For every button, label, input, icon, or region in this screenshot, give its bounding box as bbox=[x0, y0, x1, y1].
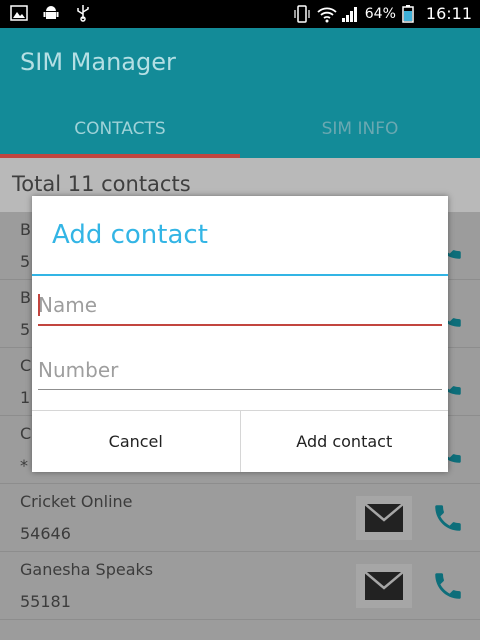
name-input[interactable] bbox=[38, 286, 442, 326]
contact-number: 5 bbox=[20, 320, 31, 339]
call-button[interactable] bbox=[426, 562, 470, 610]
app-title: SIM Manager bbox=[20, 48, 176, 76]
notification-icons bbox=[10, 4, 92, 22]
phone-icon bbox=[435, 505, 461, 531]
phone-vibrate-icon bbox=[293, 4, 311, 23]
image-icon bbox=[10, 4, 28, 22]
app-bar: SIM Manager bbox=[0, 28, 480, 100]
contact-number: 1 bbox=[20, 388, 31, 407]
contact-name: B bbox=[20, 288, 31, 307]
status-bar: 64% 16:11 bbox=[0, 0, 480, 28]
tab-contacts[interactable]: CONTACTS bbox=[0, 100, 240, 158]
contact-name: Cricket Online bbox=[20, 492, 133, 511]
usb-icon bbox=[74, 4, 92, 22]
add-contact-dialog: Add contact Cancel Add contact bbox=[32, 196, 448, 472]
cancel-button[interactable]: Cancel bbox=[32, 411, 240, 472]
envelope-icon bbox=[365, 572, 403, 600]
list-item[interactable]: Ganesha Speaks 55181 bbox=[0, 552, 480, 620]
total-contacts-text: Total 11 contacts bbox=[12, 172, 191, 196]
list-item[interactable]: Cricket Online 54646 bbox=[0, 484, 480, 552]
contact-name: C bbox=[20, 356, 32, 375]
contact-number: 5 bbox=[20, 252, 31, 271]
contact-number: 54646 bbox=[20, 524, 71, 543]
contact-name: Ganesha Speaks bbox=[20, 560, 154, 579]
tab-bar: CONTACTS SIM INFO bbox=[0, 100, 480, 158]
tab-sim-info[interactable]: SIM INFO bbox=[240, 100, 480, 158]
contact-number: 55181 bbox=[20, 592, 71, 611]
phone-icon bbox=[435, 573, 461, 599]
android-icon bbox=[42, 4, 60, 22]
wifi-icon bbox=[317, 5, 337, 23]
text-cursor bbox=[38, 294, 40, 316]
call-button[interactable] bbox=[426, 494, 470, 542]
dialog-button-bar: Cancel Add contact bbox=[32, 410, 448, 472]
add-contact-button[interactable]: Add contact bbox=[239, 411, 448, 472]
battery-percent: 64% bbox=[364, 5, 396, 22]
envelope-icon bbox=[365, 504, 403, 532]
dialog-title: Add contact bbox=[52, 220, 208, 250]
battery-icon bbox=[402, 4, 420, 23]
contact-name: B bbox=[20, 220, 31, 239]
number-input[interactable] bbox=[38, 350, 442, 390]
clock: 16:11 bbox=[425, 4, 472, 23]
system-icons: 64% 16:11 bbox=[293, 4, 472, 23]
signal-icon bbox=[341, 5, 359, 23]
message-button[interactable] bbox=[356, 564, 412, 608]
dialog-title-divider bbox=[32, 274, 448, 276]
contact-name: C bbox=[20, 424, 32, 443]
message-button[interactable] bbox=[356, 496, 412, 540]
contact-number: * bbox=[20, 456, 28, 475]
